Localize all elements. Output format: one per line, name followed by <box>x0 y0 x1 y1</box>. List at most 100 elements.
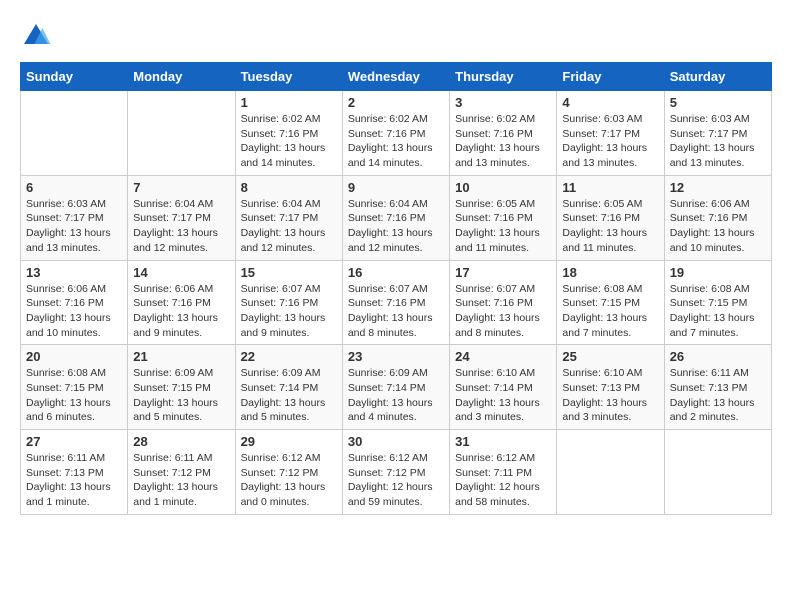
day-number: 10 <box>455 180 551 195</box>
cell-details: Sunrise: 6:10 AM Sunset: 7:14 PM Dayligh… <box>455 366 551 425</box>
cell-details: Sunrise: 6:02 AM Sunset: 7:16 PM Dayligh… <box>241 112 337 171</box>
cell-details: Sunrise: 6:11 AM Sunset: 7:13 PM Dayligh… <box>26 451 122 510</box>
day-number: 9 <box>348 180 444 195</box>
column-header-sunday: Sunday <box>21 63 128 91</box>
calendar-cell: 8Sunrise: 6:04 AM Sunset: 7:17 PM Daylig… <box>235 175 342 260</box>
day-number: 8 <box>241 180 337 195</box>
week-row-1: 1 Sunrise: 6:02 AM Sunset: 7:16 PM Daylig… <box>21 91 772 176</box>
calendar-cell: 21 Sunrise: 6:09 AM Sunset: 7:15 PM Dayli… <box>128 345 235 430</box>
day-number: 24 <box>455 349 551 364</box>
day-number: 21 <box>133 349 229 364</box>
day-number: 13 <box>26 265 122 280</box>
calendar-body: 1 Sunrise: 6:02 AM Sunset: 7:16 PM Daylig… <box>21 91 772 515</box>
day-number: 16 <box>348 265 444 280</box>
day-number: 17 <box>455 265 551 280</box>
day-number: 15 <box>241 265 337 280</box>
cell-details: Sunrise: 6:09 AM Sunset: 7:14 PM Dayligh… <box>241 366 337 425</box>
day-number: 3 <box>455 95 551 110</box>
cell-details: Sunrise: 6:03 AM Sunset: 7:17 PM Dayligh… <box>670 112 766 171</box>
calendar-cell: 9 Sunrise: 6:04 AM Sunset: 7:16 PM Daylig… <box>342 175 449 260</box>
calendar-cell: 4Sunrise: 6:03 AM Sunset: 7:17 PM Daylig… <box>557 91 664 176</box>
calendar-cell: 17 Sunrise: 6:07 AM Sunset: 7:16 PM Dayli… <box>450 260 557 345</box>
cell-details: Sunrise: 6:05 AM Sunset: 7:16 PM Dayligh… <box>562 197 658 256</box>
page-header <box>20 20 772 52</box>
calendar-cell: 10 Sunrise: 6:05 AM Sunset: 7:16 PM Dayli… <box>450 175 557 260</box>
cell-details: Sunrise: 6:07 AM Sunset: 7:16 PM Dayligh… <box>241 282 337 341</box>
calendar-cell: 30 Sunrise: 6:12 AM Sunset: 7:12 PM Dayli… <box>342 430 449 515</box>
day-number: 23 <box>348 349 444 364</box>
calendar-cell: 2 Sunrise: 6:02 AM Sunset: 7:16 PM Daylig… <box>342 91 449 176</box>
day-number: 26 <box>670 349 766 364</box>
cell-details: Sunrise: 6:10 AM Sunset: 7:13 PM Dayligh… <box>562 366 658 425</box>
day-number: 2 <box>348 95 444 110</box>
day-number: 19 <box>670 265 766 280</box>
day-number: 11 <box>562 180 658 195</box>
day-number: 12 <box>670 180 766 195</box>
column-header-saturday: Saturday <box>664 63 771 91</box>
cell-details: Sunrise: 6:02 AM Sunset: 7:16 PM Dayligh… <box>455 112 551 171</box>
column-header-monday: Monday <box>128 63 235 91</box>
calendar-cell <box>664 430 771 515</box>
cell-details: Sunrise: 6:09 AM Sunset: 7:15 PM Dayligh… <box>133 366 229 425</box>
calendar-cell: 19 Sunrise: 6:08 AM Sunset: 7:15 PM Dayli… <box>664 260 771 345</box>
calendar-header: SundayMondayTuesdayWednesdayThursdayFrid… <box>21 63 772 91</box>
calendar-cell: 25 Sunrise: 6:10 AM Sunset: 7:13 PM Dayli… <box>557 345 664 430</box>
cell-details: Sunrise: 6:06 AM Sunset: 7:16 PM Dayligh… <box>670 197 766 256</box>
calendar-cell: 11 Sunrise: 6:05 AM Sunset: 7:16 PM Dayli… <box>557 175 664 260</box>
day-number: 27 <box>26 434 122 449</box>
cell-details: Sunrise: 6:07 AM Sunset: 7:16 PM Dayligh… <box>348 282 444 341</box>
calendar-cell: 7 Sunrise: 6:04 AM Sunset: 7:17 PM Daylig… <box>128 175 235 260</box>
column-header-thursday: Thursday <box>450 63 557 91</box>
calendar-cell: 31 Sunrise: 6:12 AM Sunset: 7:11 PM Dayli… <box>450 430 557 515</box>
cell-details: Sunrise: 6:08 AM Sunset: 7:15 PM Dayligh… <box>670 282 766 341</box>
cell-details: Sunrise: 6:12 AM Sunset: 7:12 PM Dayligh… <box>348 451 444 510</box>
calendar-cell <box>21 91 128 176</box>
calendar-cell: 18Sunrise: 6:08 AM Sunset: 7:15 PM Dayli… <box>557 260 664 345</box>
day-number: 1 <box>241 95 337 110</box>
calendar-cell: 5 Sunrise: 6:03 AM Sunset: 7:17 PM Daylig… <box>664 91 771 176</box>
day-number: 5 <box>670 95 766 110</box>
column-header-wednesday: Wednesday <box>342 63 449 91</box>
calendar-cell: 6Sunrise: 6:03 AM Sunset: 7:17 PM Daylig… <box>21 175 128 260</box>
cell-details: Sunrise: 6:04 AM Sunset: 7:16 PM Dayligh… <box>348 197 444 256</box>
cell-details: Sunrise: 6:03 AM Sunset: 7:17 PM Dayligh… <box>26 197 122 256</box>
calendar-cell: 24 Sunrise: 6:10 AM Sunset: 7:14 PM Dayli… <box>450 345 557 430</box>
day-number: 25 <box>562 349 658 364</box>
calendar-cell <box>557 430 664 515</box>
day-number: 22 <box>241 349 337 364</box>
calendar-cell: 3 Sunrise: 6:02 AM Sunset: 7:16 PM Daylig… <box>450 91 557 176</box>
calendar-cell: 14Sunrise: 6:06 AM Sunset: 7:16 PM Dayli… <box>128 260 235 345</box>
cell-details: Sunrise: 6:11 AM Sunset: 7:13 PM Dayligh… <box>670 366 766 425</box>
header-row: SundayMondayTuesdayWednesdayThursdayFrid… <box>21 63 772 91</box>
calendar-cell: 28 Sunrise: 6:11 AM Sunset: 7:12 PM Dayli… <box>128 430 235 515</box>
week-row-3: 13 Sunrise: 6:06 AM Sunset: 7:16 PM Dayli… <box>21 260 772 345</box>
cell-details: Sunrise: 6:06 AM Sunset: 7:16 PM Dayligh… <box>26 282 122 341</box>
calendar-cell: 13 Sunrise: 6:06 AM Sunset: 7:16 PM Dayli… <box>21 260 128 345</box>
day-number: 29 <box>241 434 337 449</box>
calendar-cell: 20Sunrise: 6:08 AM Sunset: 7:15 PM Dayli… <box>21 345 128 430</box>
cell-details: Sunrise: 6:11 AM Sunset: 7:12 PM Dayligh… <box>133 451 229 510</box>
cell-details: Sunrise: 6:12 AM Sunset: 7:11 PM Dayligh… <box>455 451 551 510</box>
week-row-4: 20Sunrise: 6:08 AM Sunset: 7:15 PM Dayli… <box>21 345 772 430</box>
calendar-cell: 1 Sunrise: 6:02 AM Sunset: 7:16 PM Daylig… <box>235 91 342 176</box>
cell-details: Sunrise: 6:06 AM Sunset: 7:16 PM Dayligh… <box>133 282 229 341</box>
cell-details: Sunrise: 6:04 AM Sunset: 7:17 PM Dayligh… <box>133 197 229 256</box>
week-row-5: 27 Sunrise: 6:11 AM Sunset: 7:13 PM Dayli… <box>21 430 772 515</box>
cell-details: Sunrise: 6:02 AM Sunset: 7:16 PM Dayligh… <box>348 112 444 171</box>
day-number: 28 <box>133 434 229 449</box>
calendar-cell: 23 Sunrise: 6:09 AM Sunset: 7:14 PM Dayli… <box>342 345 449 430</box>
cell-details: Sunrise: 6:05 AM Sunset: 7:16 PM Dayligh… <box>455 197 551 256</box>
column-header-tuesday: Tuesday <box>235 63 342 91</box>
calendar-cell: 15 Sunrise: 6:07 AM Sunset: 7:16 PM Dayli… <box>235 260 342 345</box>
cell-details: Sunrise: 6:07 AM Sunset: 7:16 PM Dayligh… <box>455 282 551 341</box>
calendar-cell: 29 Sunrise: 6:12 AM Sunset: 7:12 PM Dayli… <box>235 430 342 515</box>
calendar-cell: 22 Sunrise: 6:09 AM Sunset: 7:14 PM Dayli… <box>235 345 342 430</box>
calendar-cell: 12 Sunrise: 6:06 AM Sunset: 7:16 PM Dayli… <box>664 175 771 260</box>
cell-details: Sunrise: 6:09 AM Sunset: 7:14 PM Dayligh… <box>348 366 444 425</box>
day-number: 7 <box>133 180 229 195</box>
day-number: 31 <box>455 434 551 449</box>
logo-icon <box>20 20 52 52</box>
day-number: 30 <box>348 434 444 449</box>
cell-details: Sunrise: 6:03 AM Sunset: 7:17 PM Dayligh… <box>562 112 658 171</box>
cell-details: Sunrise: 6:12 AM Sunset: 7:12 PM Dayligh… <box>241 451 337 510</box>
